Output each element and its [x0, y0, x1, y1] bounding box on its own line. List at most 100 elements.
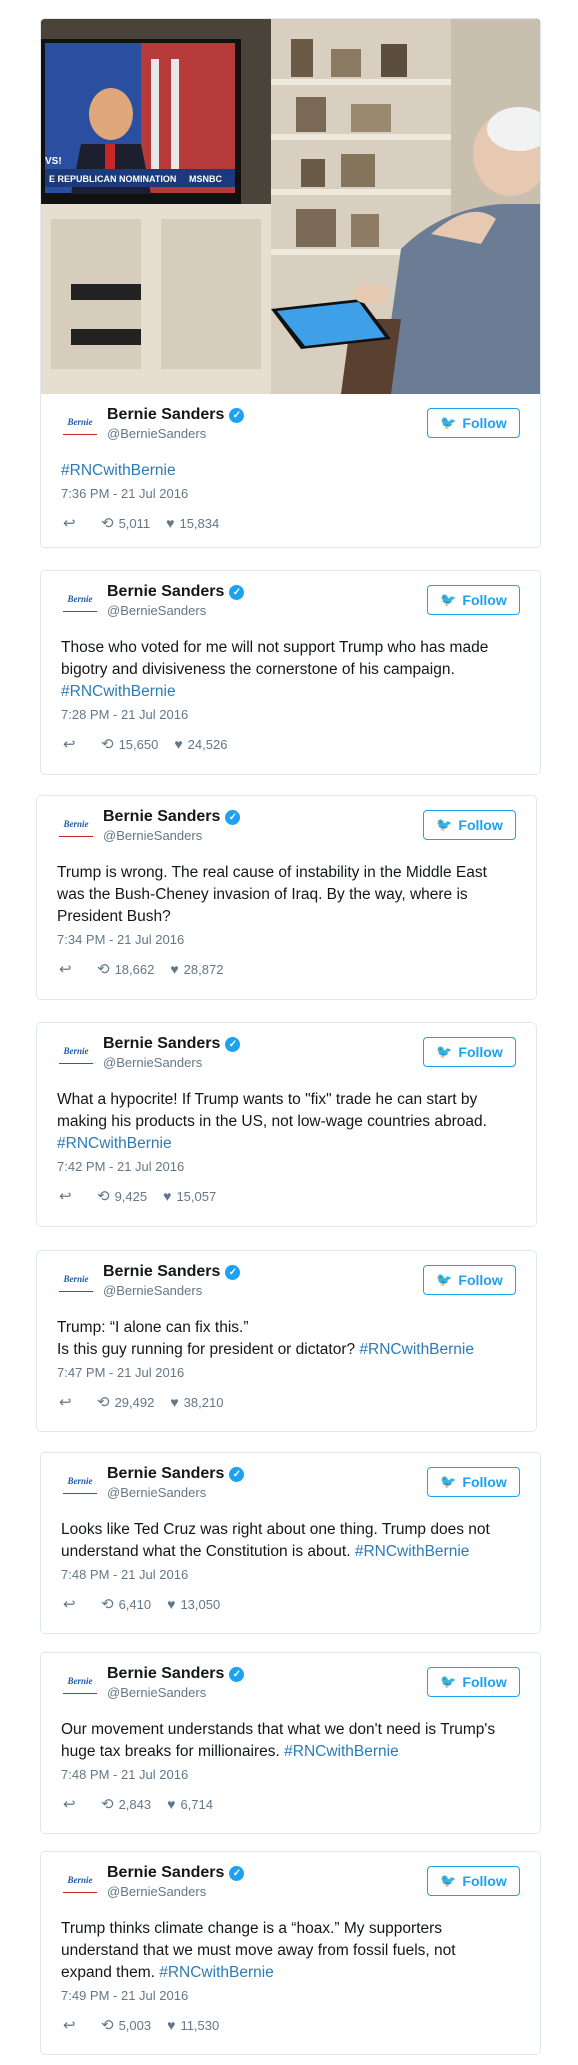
twitter-bird-icon: 🐦	[440, 1474, 457, 1489]
heart-icon[interactable]: ♥	[166, 515, 174, 531]
author-handle[interactable]: @BernieSanders	[103, 1055, 202, 1070]
tweet-timestamp[interactable]: 7:47 PM - 21 Jul 2016	[57, 1365, 516, 1380]
verified-badge-icon: ✓	[225, 1265, 241, 1280]
follow-button[interactable]: 🐦 Follow	[423, 1265, 516, 1295]
tweet-header: Bernie Bernie Sanders ✓ @BernieSanders 🐦 F…	[37, 796, 536, 854]
reply-icon[interactable]: ↩	[63, 1595, 93, 1613]
verified-badge-icon: ✓	[229, 1667, 245, 1682]
hashtag-link[interactable]: #RNCwithBernie	[61, 462, 176, 479]
like-count: 28,872	[183, 961, 224, 977]
reply-icon[interactable]: ↩	[59, 1393, 89, 1411]
tweet-card: Bernie Bernie Sanders ✓ @BernieSanders 🐦 F…	[36, 1250, 537, 1432]
tweet-header: Bernie Bernie Sanders ✓ @BernieSanders 🐦 F…	[37, 1023, 536, 1081]
retweet-icon[interactable]: ⟲	[97, 1187, 110, 1205]
tweet-header: Bernie Bernie Sanders ✓ @BernieSanders 🐦 F…	[41, 1453, 540, 1511]
retweet-icon[interactable]: ⟲	[101, 514, 114, 532]
heart-icon[interactable]: ♥	[174, 736, 182, 752]
author-name[interactable]: Bernie Sanders ✓	[107, 1465, 245, 1483]
author-name[interactable]: Bernie Sanders ✓	[103, 808, 241, 826]
retweet-count: 9,425	[114, 1188, 148, 1204]
tweet-header: Bernie Bernie Sanders ✓ @BernieSanders 🐦 F…	[41, 394, 540, 452]
tweet-timestamp[interactable]: 7:49 PM - 21 Jul 2016	[61, 1988, 520, 2003]
author-name[interactable]: Bernie Sanders ✓	[107, 1665, 245, 1683]
tv-corner: VS!	[45, 156, 62, 167]
retweet-icon[interactable]: ⟲	[101, 1595, 114, 1613]
retweet-icon[interactable]: ⟲	[97, 1393, 110, 1411]
twitter-bird-icon: 🐦	[440, 415, 457, 430]
follow-button[interactable]: 🐦 Follow	[427, 408, 520, 438]
heart-icon[interactable]: ♥	[167, 2017, 175, 2033]
tweet-header: Bernie Bernie Sanders ✓ @BernieSanders 🐦 F…	[41, 571, 540, 629]
heart-icon[interactable]: ♥	[167, 1796, 175, 1812]
follow-button[interactable]: 🐦 Follow	[427, 585, 520, 615]
tweet-text: #RNCwithBernie	[61, 460, 520, 482]
tweet-card: Bernie Bernie Sanders ✓ @BernieSanders 🐦 F…	[40, 1851, 541, 2055]
retweet-icon[interactable]: ⟲	[101, 735, 114, 753]
bernie-logo[interactable]: Bernie	[63, 416, 97, 435]
verified-badge-icon: ✓	[229, 408, 245, 423]
author-handle[interactable]: @BernieSanders	[103, 828, 202, 843]
like-count: 24,526	[187, 736, 228, 752]
author-handle[interactable]: @BernieSanders	[107, 426, 206, 441]
author-name[interactable]: Bernie Sanders ✓	[107, 406, 245, 424]
tweet-timestamp[interactable]: 7:42 PM - 21 Jul 2016	[57, 1159, 516, 1174]
tweet-photo[interactable]: E REPUBLICAN NOMINATION MSNBC VS!	[41, 19, 540, 394]
author-handle[interactable]: @BernieSanders	[107, 1884, 206, 1899]
heart-icon[interactable]: ♥	[167, 1596, 175, 1612]
retweet-icon[interactable]: ⟲	[101, 1795, 114, 1813]
reply-icon[interactable]: ↩	[63, 1795, 93, 1813]
follow-button[interactable]: 🐦 Follow	[423, 810, 516, 840]
reply-icon[interactable]: ↩	[59, 1187, 89, 1205]
like-count: 15,834	[179, 515, 220, 531]
tweet-actions: ↩ ⟲ 9,425 ♥ 15,057	[59, 1186, 516, 1206]
hashtag-link[interactable]: #RNCwithBernie	[359, 1341, 474, 1358]
heart-icon[interactable]: ♥	[170, 1394, 178, 1410]
author-handle[interactable]: @BernieSanders	[107, 603, 206, 618]
author-name[interactable]: Bernie Sanders ✓	[103, 1263, 241, 1281]
retweet-icon[interactable]: ⟲	[101, 2016, 114, 2034]
author-handle[interactable]: @BernieSanders	[107, 1685, 206, 1700]
tweet-actions: ↩ ⟲ 2,843 ♥ 6,714	[63, 1794, 520, 1814]
tweet-timestamp[interactable]: 7:28 PM - 21 Jul 2016	[61, 707, 520, 722]
bernie-logo[interactable]: Bernie	[63, 1675, 97, 1694]
author-name[interactable]: Bernie Sanders ✓	[103, 1035, 241, 1053]
twitter-bird-icon: 🐦	[436, 817, 453, 832]
hashtag-link[interactable]: #RNCwithBernie	[57, 1135, 172, 1152]
author-name[interactable]: Bernie Sanders ✓	[107, 1864, 245, 1882]
author-handle[interactable]: @BernieSanders	[107, 1485, 206, 1500]
heart-icon[interactable]: ♥	[170, 961, 178, 977]
hashtag-link[interactable]: #RNCwithBernie	[355, 1543, 470, 1560]
follow-button[interactable]: 🐦 Follow	[423, 1037, 516, 1067]
like-count: 11,530	[180, 2017, 220, 2033]
bernie-logo[interactable]: Bernie	[59, 1273, 93, 1292]
tweet-timestamp[interactable]: 7:34 PM - 21 Jul 2016	[57, 932, 516, 947]
tweet-text: Those who voted for me will not support …	[61, 639, 489, 700]
bernie-logo[interactable]: Bernie	[63, 1874, 97, 1893]
tweet-timestamp[interactable]: 7:36 PM - 21 Jul 2016	[61, 486, 520, 501]
bernie-logo[interactable]: Bernie	[63, 1475, 97, 1494]
retweet-icon[interactable]: ⟲	[97, 960, 110, 978]
twitter-bird-icon: 🐦	[436, 1272, 453, 1287]
hashtag-link[interactable]: #RNCwithBernie	[159, 1964, 274, 1981]
tweet-timestamp[interactable]: 7:48 PM - 21 Jul 2016	[61, 1567, 520, 1582]
retweet-count: 5,011	[118, 515, 151, 531]
bernie-logo[interactable]: Bernie	[59, 818, 93, 837]
reply-icon[interactable]: ↩	[59, 960, 89, 978]
bernie-logo[interactable]: Bernie	[59, 1045, 93, 1064]
twitter-bird-icon: 🐦	[440, 1873, 457, 1888]
author-name[interactable]: Bernie Sanders ✓	[107, 583, 245, 601]
tweet-timestamp[interactable]: 7:48 PM - 21 Jul 2016	[61, 1767, 520, 1782]
reply-icon[interactable]: ↩	[63, 735, 93, 753]
tweet-text: Our movement understands that what we do…	[61, 1721, 496, 1760]
follow-button[interactable]: 🐦 Follow	[427, 1866, 520, 1896]
reply-icon[interactable]: ↩	[63, 2016, 93, 2034]
heart-icon[interactable]: ♥	[163, 1188, 171, 1204]
follow-button[interactable]: 🐦 Follow	[427, 1467, 520, 1497]
reply-icon[interactable]: ↩	[63, 514, 93, 532]
verified-badge-icon: ✓	[229, 1467, 245, 1482]
author-handle[interactable]: @BernieSanders	[103, 1283, 202, 1298]
hashtag-link[interactable]: #RNCwithBernie	[61, 683, 176, 700]
bernie-logo[interactable]: Bernie	[63, 593, 97, 612]
follow-button[interactable]: 🐦 Follow	[427, 1667, 520, 1697]
hashtag-link[interactable]: #RNCwithBernie	[284, 1743, 399, 1760]
